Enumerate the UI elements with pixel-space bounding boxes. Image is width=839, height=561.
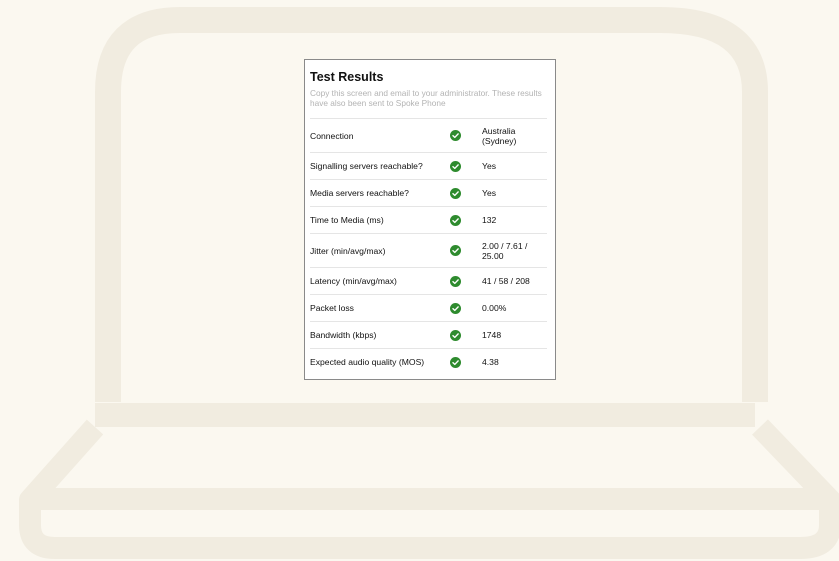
result-value: 0.00% bbox=[482, 303, 507, 313]
result-value: Yes bbox=[482, 188, 497, 198]
card-title: Test Results bbox=[310, 70, 384, 84]
result-value: 132 bbox=[482, 215, 497, 225]
check-circle-icon bbox=[450, 214, 482, 226]
results-row-bandwidth: Bandwidth (kbps) 1748 bbox=[310, 322, 547, 349]
result-label: Signalling servers reachable? bbox=[310, 161, 423, 171]
result-value: 4.38 bbox=[482, 357, 499, 367]
result-value: 1748 bbox=[482, 330, 502, 340]
results-row-jitter: Jitter (min/avg/max) 2.00 / 7.61 / 25.00 bbox=[310, 234, 547, 268]
test-results-card: Test Results Copy this screen and email … bbox=[304, 59, 556, 380]
results-row-signalling: Signalling servers reachable? Yes bbox=[310, 153, 547, 180]
laptop-base-band bbox=[30, 488, 830, 510]
results-row-media-servers: Media servers reachable? Yes bbox=[310, 180, 547, 207]
result-label: Jitter (min/avg/max) bbox=[310, 245, 386, 256]
check-circle-icon bbox=[450, 302, 482, 314]
card-subtitle: Copy this screen and email to your admin… bbox=[310, 88, 542, 108]
results-row-audio-quality: Expected audio quality (MOS) 4.38 bbox=[310, 349, 547, 375]
check-circle-icon bbox=[450, 329, 482, 341]
result-value: 2.00 / 7.61 / 25.00 bbox=[482, 240, 528, 261]
results-row-latency: Latency (min/avg/max) 41 / 58 / 208 bbox=[310, 268, 547, 295]
check-circle-icon bbox=[450, 245, 482, 256]
check-circle-icon bbox=[450, 275, 482, 287]
laptop-hinge bbox=[95, 403, 755, 427]
result-label: Media servers reachable? bbox=[310, 188, 409, 198]
result-label: Packet loss bbox=[310, 303, 354, 313]
result-label: Bandwidth (kbps) bbox=[310, 330, 377, 340]
result-value: Yes bbox=[482, 161, 497, 171]
check-circle-icon bbox=[450, 356, 482, 368]
results-row-time-to-media: Time to Media (ms) 132 bbox=[310, 207, 547, 234]
results-table: Connection Australia (Sydney) Signalling… bbox=[310, 118, 547, 375]
result-value: 41 / 58 / 208 bbox=[482, 276, 530, 286]
result-label: Time to Media (ms) bbox=[310, 215, 384, 225]
check-circle-icon bbox=[450, 187, 482, 199]
laptop-base-outline bbox=[19, 419, 839, 559]
results-row-packet-loss: Packet loss 0.00% bbox=[310, 295, 547, 322]
result-label: Latency (min/avg/max) bbox=[310, 276, 397, 286]
result-value: Australia (Sydney) bbox=[482, 125, 517, 146]
result-label: Connection bbox=[310, 130, 354, 141]
check-circle-icon bbox=[450, 130, 482, 141]
results-row-connection: Connection Australia (Sydney) bbox=[310, 119, 547, 153]
result-label: Expected audio quality (MOS) bbox=[310, 357, 425, 367]
check-circle-icon bbox=[450, 160, 482, 172]
